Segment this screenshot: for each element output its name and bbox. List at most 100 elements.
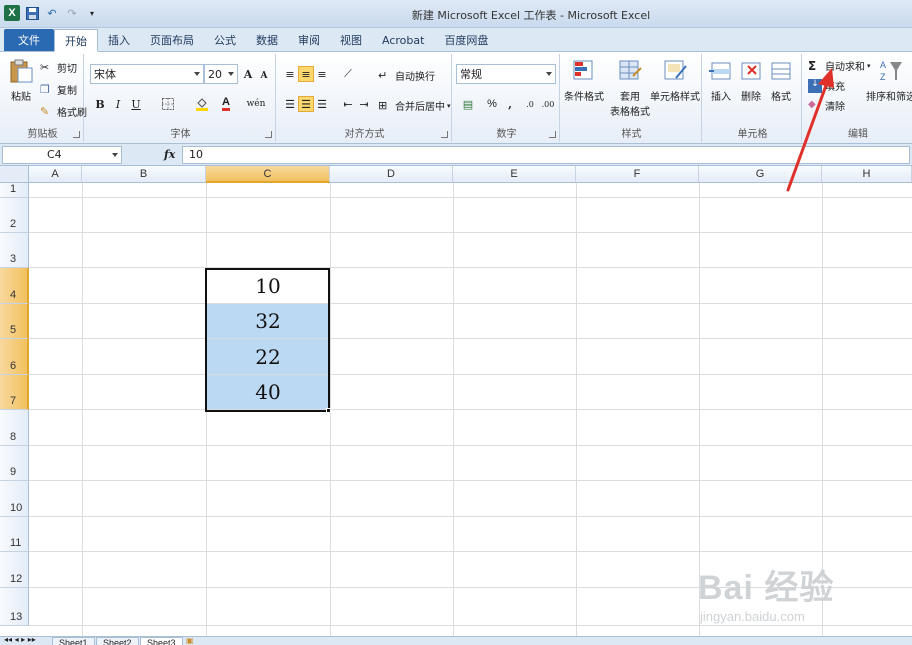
- window-title: 新建 Microsoft Excel 工作表 - Microsoft Excel: [411, 9, 651, 22]
- cell-c6[interactable]: 22: [207, 339, 329, 374]
- font-launcher-icon[interactable]: [265, 131, 272, 138]
- clipboard-launcher-icon[interactable]: [73, 131, 80, 138]
- align-left-button[interactable]: ☰: [282, 96, 298, 112]
- merge-cells-icon: ⊞: [378, 98, 388, 112]
- cell-styles-button[interactable]: 单元格样式: [650, 58, 700, 103]
- column-header-h[interactable]: H: [822, 166, 912, 183]
- cell-c4[interactable]: 10: [207, 268, 329, 303]
- delete-cells-button[interactable]: 删除: [738, 58, 764, 103]
- format-painter-button[interactable]: ✎ 格式刷: [40, 104, 87, 120]
- formula-input[interactable]: 10: [182, 146, 910, 164]
- format-painter-label: 格式刷: [57, 108, 87, 119]
- align-middle-button[interactable]: ≡: [298, 66, 314, 82]
- tab-home[interactable]: 开始: [54, 29, 98, 52]
- accounting-format-button[interactable]: ▤: [460, 96, 476, 112]
- fill-handle[interactable]: [326, 408, 331, 413]
- cell-c5[interactable]: 32: [207, 304, 329, 338]
- shrink-font-button[interactable]: A: [256, 68, 272, 84]
- sheet-tab-3[interactable]: Sheet3: [140, 637, 183, 645]
- underline-button[interactable]: U: [128, 96, 144, 112]
- cell-c7[interactable]: 40: [207, 375, 329, 409]
- orientation-icon: ⟋: [344, 67, 352, 80]
- autosum-button[interactable]: Σ 自动求和 ▾: [808, 58, 871, 74]
- row-header-1[interactable]: 1: [0, 183, 29, 198]
- alignment-launcher-icon[interactable]: [441, 131, 448, 138]
- tab-formulas[interactable]: 公式: [204, 29, 246, 51]
- comma-style-button[interactable]: ,: [502, 96, 518, 112]
- tab-page-layout[interactable]: 页面布局: [140, 29, 204, 51]
- tab-file[interactable]: 文件: [4, 29, 54, 51]
- paste-button[interactable]: 粘贴: [8, 58, 34, 103]
- row-header-5[interactable]: 5: [0, 304, 29, 339]
- tab-baidu-netdisk[interactable]: 百度网盘: [434, 29, 498, 51]
- column-header-f[interactable]: F: [576, 166, 699, 183]
- wrap-text-button[interactable]: ↵ 自动换行: [378, 68, 435, 84]
- increase-decimal-button[interactable]: .0: [522, 96, 538, 112]
- gridline: [29, 551, 912, 552]
- font-size-select[interactable]: 20: [204, 64, 238, 84]
- row-header-2[interactable]: 2: [0, 198, 29, 233]
- currency-icon: ▤: [462, 97, 474, 111]
- percent-style-button[interactable]: %: [484, 96, 500, 112]
- tab-acrobat[interactable]: Acrobat: [372, 29, 434, 51]
- fill-button[interactable]: ↓ 填充: [808, 78, 845, 93]
- insert-sheet-icon[interactable]: ▣: [186, 637, 194, 645]
- grow-font-button[interactable]: A: [240, 66, 256, 82]
- number-launcher-icon[interactable]: [549, 131, 556, 138]
- column-header-e[interactable]: E: [453, 166, 576, 183]
- row-header-8[interactable]: 8: [0, 410, 29, 446]
- column-header-g[interactable]: G: [699, 166, 822, 183]
- orientation-button[interactable]: ⟋: [340, 66, 356, 82]
- column-header-a[interactable]: A: [29, 166, 82, 183]
- align-bottom-button[interactable]: ≡: [314, 66, 330, 82]
- tab-view[interactable]: 视图: [330, 29, 372, 51]
- select-all-corner[interactable]: [0, 166, 29, 183]
- font-group-label: 字体: [170, 129, 191, 140]
- sheet-tab-1[interactable]: Sheet1: [52, 637, 95, 645]
- row-header-10[interactable]: 10: [0, 481, 29, 517]
- tab-review[interactable]: 审阅: [288, 29, 330, 51]
- font-color-button[interactable]: A: [218, 96, 234, 112]
- tab-insert[interactable]: 插入: [98, 29, 140, 51]
- phonetic-button[interactable]: wén: [247, 96, 266, 112]
- decrease-decimal-button[interactable]: .00: [540, 96, 556, 112]
- merge-center-button[interactable]: ⊞ 合并后居中 ▾: [378, 98, 451, 114]
- borders-button[interactable]: [160, 96, 176, 112]
- row-header-13[interactable]: 13: [0, 588, 29, 626]
- worksheet-grid[interactable]: A B C D E F G H 1 2 3 4 5 6 7 8 9 10 11 …: [0, 166, 912, 636]
- row-header-6[interactable]: 6: [0, 339, 29, 375]
- increase-decimal-icon: .0: [526, 99, 534, 109]
- number-format-select[interactable]: 常规: [456, 64, 556, 84]
- sort-filter-button[interactable]: AZ 排序和筛选: [866, 58, 912, 103]
- column-header-b[interactable]: B: [82, 166, 206, 183]
- name-box[interactable]: C4: [2, 146, 122, 164]
- sheet-tab-2[interactable]: Sheet2: [96, 637, 139, 645]
- column-header-d[interactable]: D: [330, 166, 453, 183]
- row-header-7[interactable]: 7: [0, 375, 29, 410]
- copy-button[interactable]: ❐ 复制: [40, 82, 77, 98]
- align-right-button[interactable]: ☰: [314, 96, 330, 112]
- clear-button[interactable]: ◆ 清除: [808, 98, 845, 114]
- row-header-12[interactable]: 12: [0, 552, 29, 588]
- insert-function-icon[interactable]: fx: [164, 148, 175, 161]
- cut-button[interactable]: ✂ 剪切: [40, 60, 77, 76]
- format-as-table-button[interactable]: 套用 表格格式: [610, 58, 650, 118]
- format-cells-button[interactable]: 格式: [768, 58, 794, 103]
- sheet-nav-icon[interactable]: ◂◂ ◂ ▸ ▸▸: [4, 637, 36, 644]
- row-header-4[interactable]: 4: [0, 268, 29, 304]
- align-top-button[interactable]: ≡: [282, 66, 298, 82]
- tab-data[interactable]: 数据: [246, 29, 288, 51]
- row-header-3[interactable]: 3: [0, 233, 29, 268]
- conditional-formatting-button[interactable]: 条件格式: [564, 58, 604, 103]
- fill-color-button[interactable]: [194, 96, 210, 112]
- row-header-11[interactable]: 11: [0, 517, 29, 552]
- insert-cells-button[interactable]: 插入: [708, 58, 734, 103]
- increase-indent-button[interactable]: ⇥: [356, 96, 372, 112]
- column-header-c[interactable]: C: [206, 166, 330, 183]
- bold-button[interactable]: B: [92, 96, 108, 112]
- align-center-button[interactable]: ☰: [298, 96, 314, 112]
- italic-button[interactable]: I: [110, 96, 126, 112]
- row-header-9[interactable]: 9: [0, 446, 29, 481]
- decrease-indent-button[interactable]: ⇤: [340, 96, 356, 112]
- font-name-select[interactable]: 宋体: [90, 64, 204, 84]
